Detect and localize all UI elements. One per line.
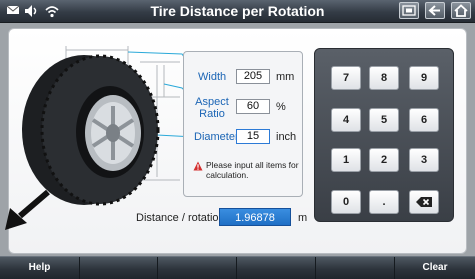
tire-illustration	[5, 46, 190, 230]
width-unit: mm	[276, 71, 295, 83]
bottom-slot-2	[80, 257, 158, 279]
key-8[interactable]: 8	[369, 66, 399, 90]
key-5[interactable]: 5	[369, 108, 399, 132]
home-icon	[454, 4, 468, 17]
home-button[interactable]	[451, 2, 471, 19]
diameter-unit: inch	[276, 131, 297, 143]
key-4[interactable]: 4	[331, 108, 361, 132]
title-bar: Tire Distance per Rotation	[0, 0, 475, 23]
backspace-icon	[416, 197, 432, 207]
bottom-slot-4	[237, 257, 316, 279]
aspect-ratio-label-line2: Ratio	[199, 108, 225, 120]
key-6[interactable]: 6	[409, 108, 439, 132]
help-button[interactable]: Help	[0, 257, 80, 279]
warning-text: Please input all items for calculation.	[206, 160, 299, 180]
bottom-bar: Help Clear	[0, 256, 475, 279]
key-0[interactable]: 0	[331, 190, 361, 214]
width-field[interactable]: 205	[236, 69, 270, 84]
clear-button[interactable]: Clear	[395, 257, 475, 279]
distance-label: Distance / rotation	[136, 212, 225, 224]
back-button[interactable]	[425, 2, 445, 19]
aspect-ratio-field[interactable]: 60	[236, 99, 270, 114]
key-decimal[interactable]: .	[369, 190, 399, 214]
diameter-label: Diameter	[194, 131, 239, 143]
aspect-ratio-label: Aspect Ratio	[192, 96, 232, 120]
distance-value: 1.96878	[219, 208, 291, 226]
aspect-ratio-label-line1: Aspect	[195, 96, 229, 108]
key-1[interactable]: 1	[331, 148, 361, 172]
warning-icon	[193, 161, 203, 171]
keypad: 7 8 9 4 5 6 1 2 3 0 .	[314, 48, 454, 222]
screenshot-icon	[402, 5, 416, 16]
screenshot-button[interactable]	[399, 2, 419, 19]
distance-unit: m	[298, 212, 308, 224]
key-2[interactable]: 2	[369, 148, 399, 172]
backspace-button[interactable]	[409, 190, 439, 214]
width-label: Width	[198, 71, 227, 83]
bottom-slot-5	[316, 257, 395, 279]
key-3[interactable]: 3	[409, 148, 439, 172]
key-7[interactable]: 7	[331, 66, 361, 90]
aspect-ratio-unit: %	[276, 101, 286, 113]
back-icon	[428, 5, 440, 16]
key-9[interactable]: 9	[409, 66, 439, 90]
diameter-field[interactable]: 15	[236, 129, 270, 144]
bottom-slot-3	[158, 257, 237, 279]
